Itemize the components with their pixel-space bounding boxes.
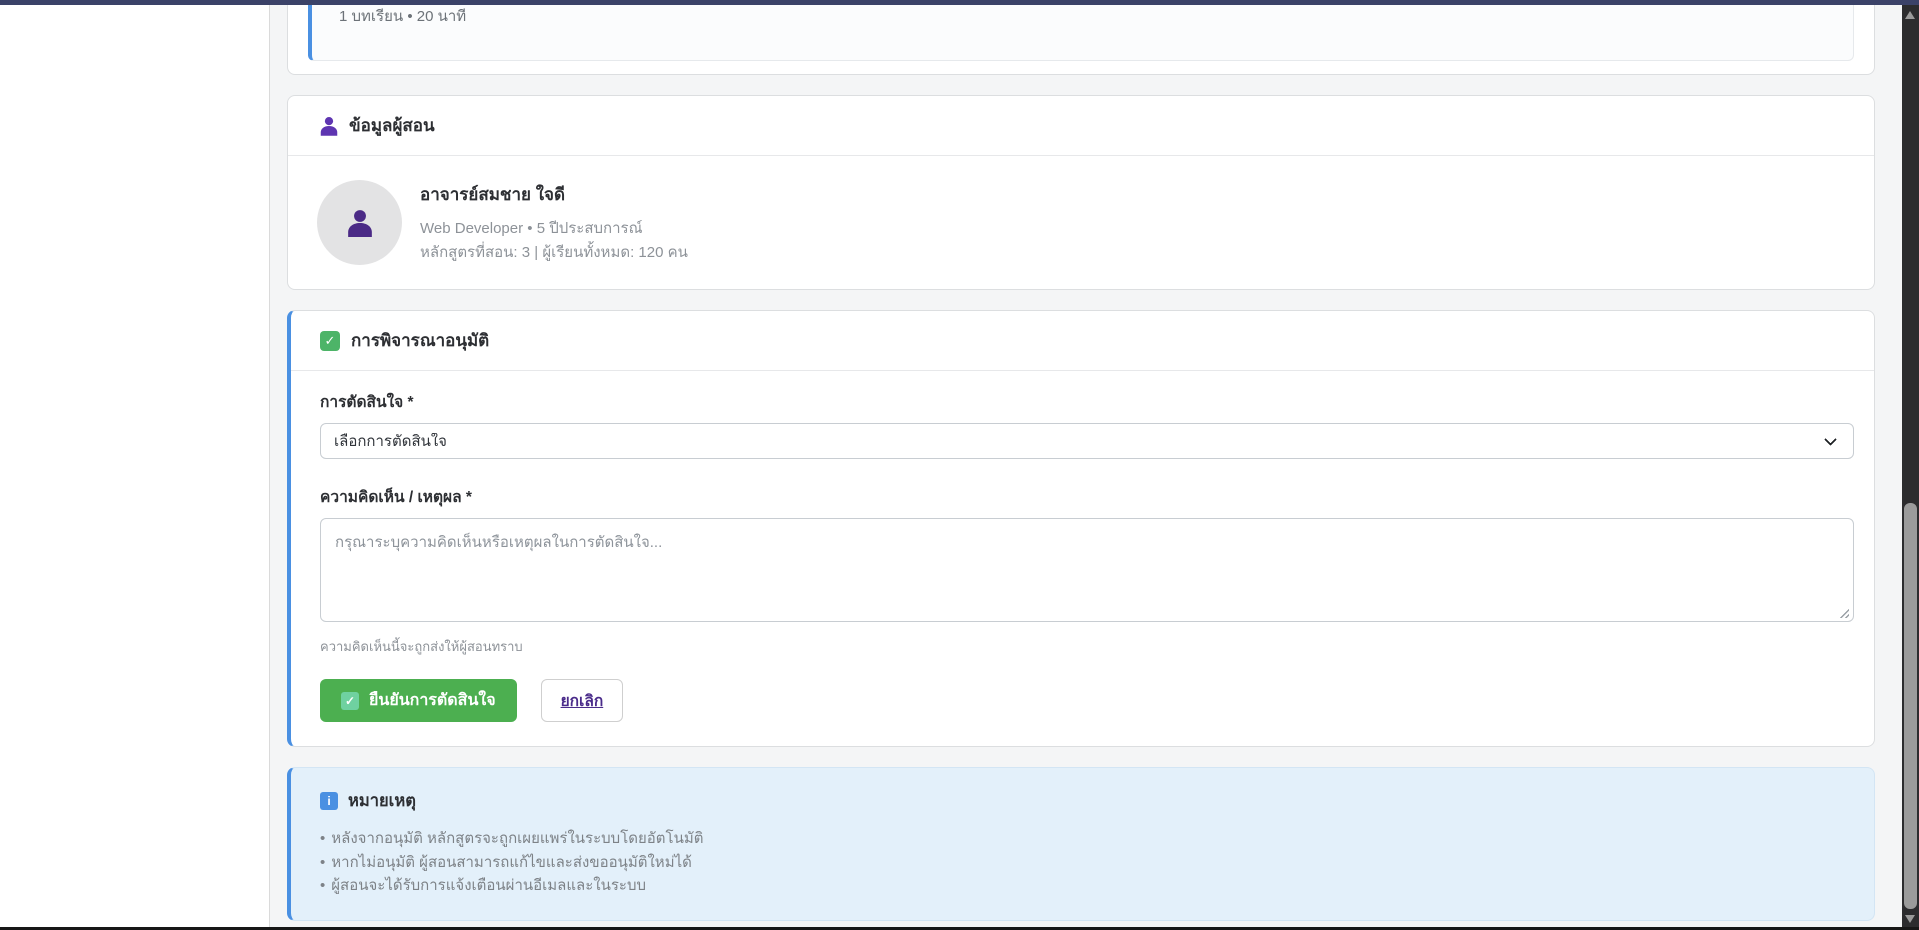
decision-label: การตัดสินใจ * (320, 389, 1854, 414)
note-title: หมายเหตุ (348, 788, 416, 814)
bullet: • (320, 854, 325, 871)
note-item: • หลังจากอนุมัติ หลักสูตรจะถูกเผยแพร่ในระ… (320, 827, 1848, 851)
instructor-stats: หลักสูตรที่สอน: 3 | ผู้เรียนทั้งหมด: 120… (420, 241, 688, 265)
window-top-bar (0, 0, 1919, 5)
bullet: • (320, 830, 325, 847)
main-content-area: 1 บทเรียน • 20 นาที ข้อมูลผู้สอน อาจารย์… (270, 5, 1902, 927)
note-item-text: ผู้สอนจะได้รับการแจ้งเตือนผ่านอีเมลและใน… (331, 877, 646, 894)
comment-label: ความคิดเห็น / เหตุผล * (320, 484, 1854, 509)
comment-textarea-wrap (320, 518, 1854, 627)
instructor-card-body: อาจารย์สมชาย ใจดี Web Developer • 5 ปีปร… (288, 156, 1874, 289)
approval-card: ✓ การพิจารณาอนุมัติ การตัดสินใจ * เลือกก… (287, 310, 1875, 747)
note-item: • ผู้สอนจะได้รับการแจ้งเตือนผ่านอีเมลและใ… (320, 874, 1848, 898)
decision-select-wrap: เลือกการตัดสินใจ (320, 423, 1854, 459)
approval-card-header: ✓ การพิจารณาอนุมัติ (291, 311, 1874, 371)
lesson-item: 1 บทเรียน • 20 นาที (308, 5, 1854, 61)
scroll-down-arrow-icon[interactable] (1905, 915, 1915, 923)
note-box: i หมายเหตุ • หลังจากอนุมัติ หลักสูตรจะถูก… (287, 767, 1875, 921)
note-list: • หลังจากอนุมัติ หลักสูตรจะถูกเผยแพร่ในระ… (320, 827, 1848, 898)
decision-select[interactable]: เลือกการตัดสินใจ (320, 423, 1854, 459)
approval-card-body: การตัดสินใจ * เลือกการตัดสินใจ ความคิดเห… (291, 371, 1874, 746)
instructor-card-title: ข้อมูลผู้สอน (349, 112, 435, 139)
instructor-name: อาจารย์สมชาย ใจดี (420, 181, 688, 208)
instructor-card-header: ข้อมูลผู้สอน (288, 96, 1874, 156)
avatar-person-icon (347, 209, 373, 237)
instructor-card: ข้อมูลผู้สอน อาจารย์สมชาย ใจดี Web Devel… (287, 95, 1875, 290)
instructor-avatar (317, 180, 402, 265)
action-buttons-row: ✓ ยืนยันการตัดสินใจ ยกเลิก (320, 679, 1854, 722)
course-lessons-card: 1 บทเรียน • 20 นาที (287, 5, 1875, 75)
checkbox-check-icon: ✓ (320, 331, 340, 351)
approval-card-title: การพิจารณาอนุมัติ (351, 327, 489, 354)
confirm-button-label: ยืนยันการตัดสินใจ (369, 688, 496, 713)
note-item: • หากไม่อนุมัติ ผู้สอนสามารถแก้ไขและส่งขอ… (320, 851, 1848, 875)
lesson-meta: 1 บทเรียน • 20 นาที (339, 5, 1853, 28)
instructor-role: Web Developer • 5 ปีประสบการณ์ (420, 217, 688, 241)
comment-hint: ความคิดเห็นนี้จะถูกส่งให้ผู้สอนทราบ (320, 636, 1854, 657)
cancel-button[interactable]: ยกเลิก (541, 679, 624, 722)
content-column: 1 บทเรียน • 20 นาที ข้อมูลผู้สอน อาจารย์… (287, 5, 1875, 921)
confirm-decision-button[interactable]: ✓ ยืนยันการตัดสินใจ (320, 679, 517, 722)
left-sidebar (0, 5, 270, 927)
check-icon: ✓ (341, 692, 359, 710)
scrollbar-thumb[interactable] (1904, 503, 1917, 909)
scroll-up-arrow-icon[interactable] (1905, 11, 1915, 19)
person-icon (320, 116, 338, 136)
comment-textarea[interactable] (320, 518, 1854, 622)
note-item-text: หากไม่อนุมัติ ผู้สอนสามารถแก้ไขและส่งขออ… (331, 854, 692, 871)
info-icon: i (320, 792, 338, 810)
bullet: • (320, 877, 325, 894)
instructor-details: อาจารย์สมชาย ใจดี Web Developer • 5 ปีปร… (420, 181, 688, 265)
note-item-text: หลังจากอนุมัติ หลักสูตรจะถูกเผยแพร่ในระบ… (331, 830, 703, 847)
note-header: i หมายเหตุ (320, 788, 1848, 814)
vertical-scrollbar[interactable] (1902, 5, 1919, 927)
